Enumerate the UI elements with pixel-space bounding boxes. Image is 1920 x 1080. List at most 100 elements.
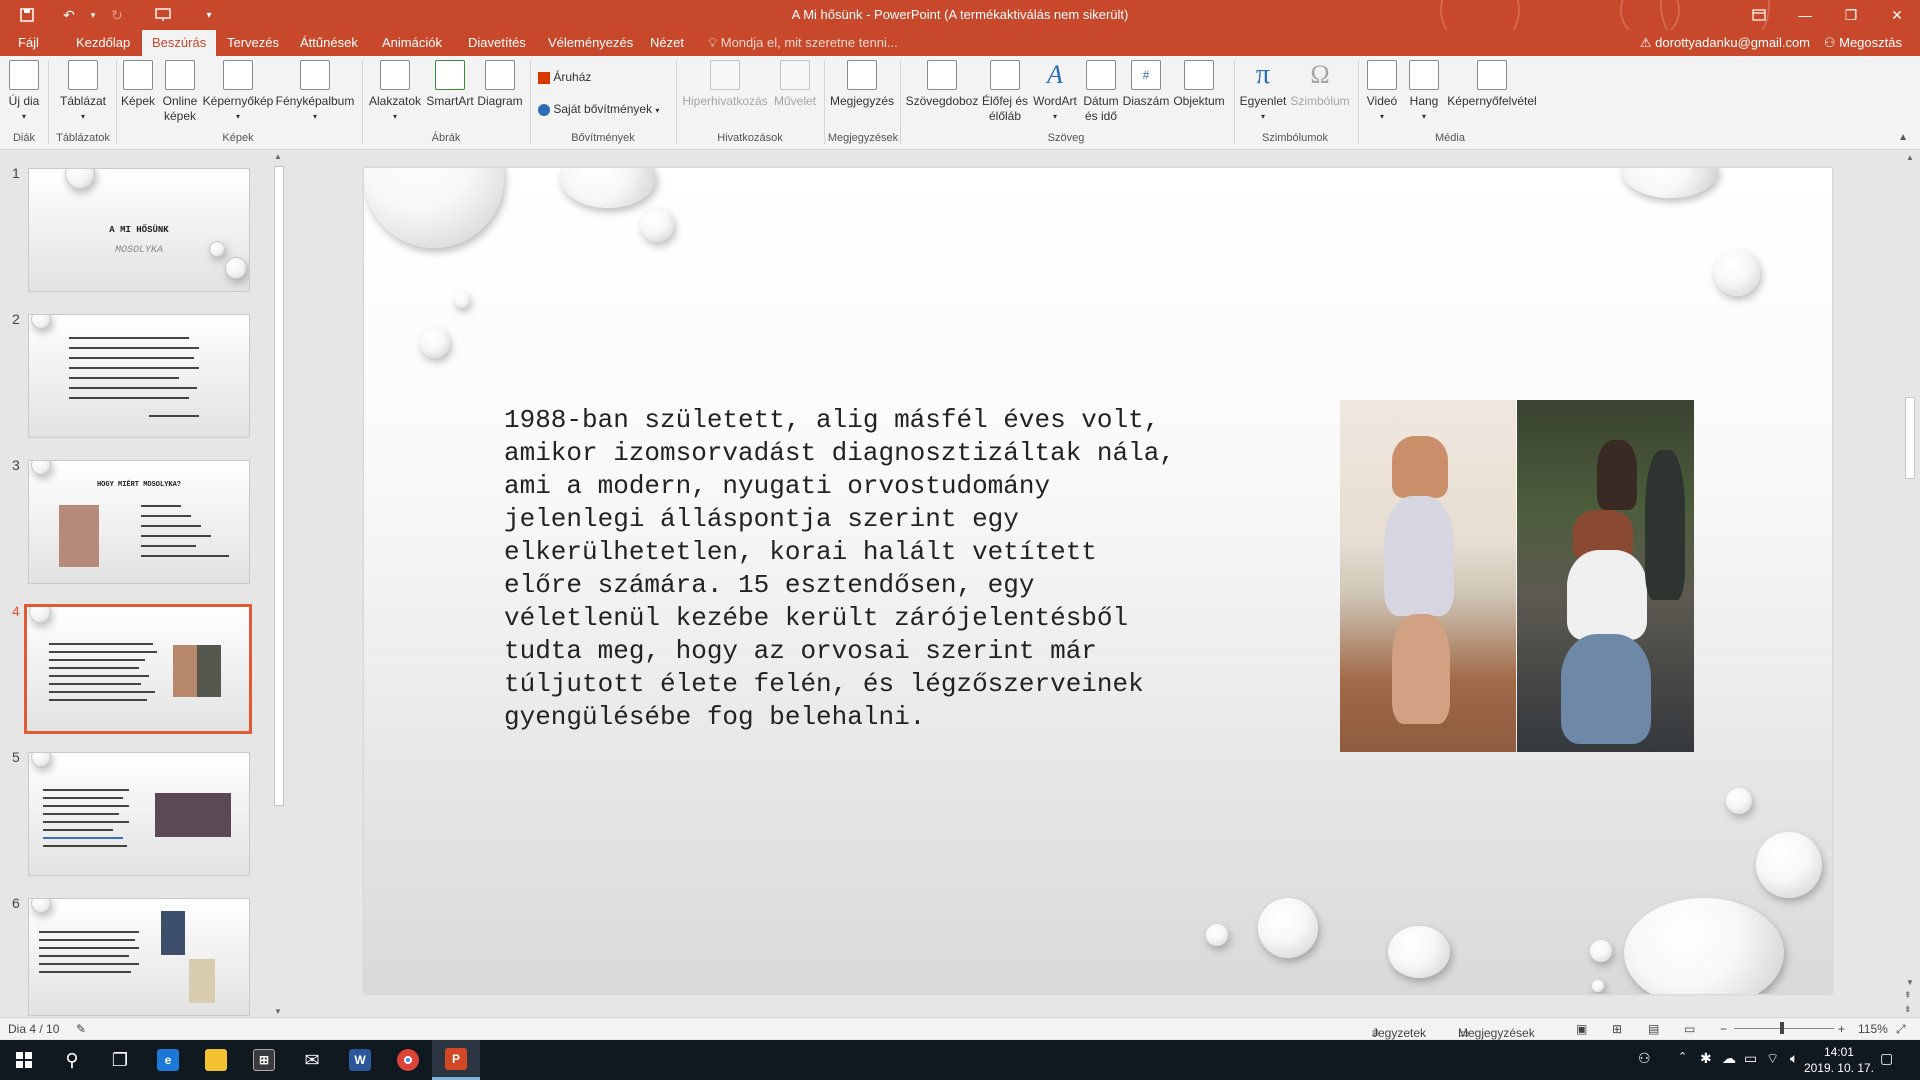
zoom-level[interactable]: 115% (1858, 1022, 1888, 1036)
scroll-thumb[interactable] (1905, 397, 1915, 479)
zoom-in-icon[interactable]: + (1838, 1022, 1845, 1036)
edge-icon[interactable]: e (144, 1040, 192, 1080)
minimize-icon[interactable]: — (1782, 0, 1828, 30)
slide-counter: Dia 4 / 10 (8, 1022, 60, 1036)
slide-number-button[interactable]: # Diaszám (1122, 60, 1170, 109)
tab-animations[interactable]: Animációk (372, 30, 452, 56)
thumbnail-slide-2[interactable] (28, 314, 250, 438)
task-view-icon[interactable]: ❐ (96, 1040, 144, 1080)
explorer-icon[interactable] (192, 1040, 240, 1080)
zoom-out-icon[interactable]: − (1720, 1022, 1727, 1036)
photo-wheelchair[interactable] (1517, 400, 1694, 752)
screenshot-button[interactable]: Képernyőkép ▾ (202, 60, 274, 124)
spellcheck-icon[interactable]: ✎ (76, 1022, 86, 1036)
tab-design[interactable]: Tervezés (217, 30, 289, 56)
people-icon[interactable]: ⚇ (1638, 1050, 1651, 1067)
textbox-button[interactable]: Szövegdoboz (904, 60, 980, 109)
equation-button[interactable]: π Egyenlet ▾ (1238, 60, 1288, 124)
zoom-slider[interactable] (1734, 1028, 1834, 1029)
collapse-ribbon-icon[interactable]: ▲ (1898, 132, 1908, 143)
onedrive-icon[interactable]: ☁ (1722, 1050, 1736, 1067)
start-icon[interactable] (0, 1040, 48, 1080)
previous-slide-icon[interactable]: ⇞ (1904, 990, 1912, 1001)
network-icon[interactable]: ✱ (1700, 1050, 1712, 1067)
thumbnail-slide-5[interactable] (28, 752, 250, 876)
ribbon-tabs: Fájl Kezdőlap Beszúrás Tervezés Áttűnése… (0, 30, 1920, 56)
tab-slideshow[interactable]: Diavetítés (458, 30, 536, 56)
tab-file[interactable]: Fájl (8, 30, 49, 56)
chrome-icon[interactable] (384, 1040, 432, 1080)
tell-me-box[interactable]: 💡︎ Mondja el, mit szeretne tenni... (708, 30, 898, 56)
slideshow-view-icon[interactable]: ▭ (1684, 1022, 1695, 1036)
powerpoint-icon[interactable]: P (432, 1040, 480, 1080)
mail-icon[interactable]: ✉ (288, 1040, 336, 1080)
scroll-up-icon[interactable]: ▲ (274, 152, 282, 161)
group-addins: Bővítmények (571, 132, 635, 144)
tab-review[interactable]: Véleményezés (538, 30, 643, 56)
thumb-number: 4 (12, 603, 20, 619)
clock-date: 2019. 10. 17. (1803, 1061, 1874, 1075)
new-slide-button[interactable]: Új dia ▾ (6, 60, 42, 124)
store-button[interactable]: Áruház (538, 70, 591, 84)
word-icon[interactable]: W (336, 1040, 384, 1080)
wordart-icon: A (1047, 60, 1063, 89)
object-button[interactable]: Objektum (1170, 60, 1228, 109)
online-pictures-button[interactable]: Online képek (158, 60, 202, 124)
next-slide-icon[interactable]: ⇟ (1904, 1004, 1912, 1015)
scroll-up-icon[interactable]: ▲ (1906, 153, 1914, 162)
photo-album-button[interactable]: Fényképalbum ▾ (274, 60, 356, 124)
audio-button[interactable]: Hang ▾ (1404, 60, 1444, 124)
slide-body-text[interactable]: 1988-ban született, alig másfél éves vol… (504, 404, 1224, 734)
hyperlink-button[interactable]: Hiperhivatkozás (680, 60, 770, 109)
battery-icon[interactable]: ▭ (1744, 1050, 1757, 1067)
tab-transitions[interactable]: Áttűnések (290, 30, 368, 56)
tab-home[interactable]: Kezdőlap (66, 30, 140, 56)
pictures-button[interactable]: Képek (120, 60, 156, 109)
smartart-button[interactable]: SmartArt (424, 60, 476, 109)
tab-view[interactable]: Nézet (640, 30, 694, 56)
share-button[interactable]: ⚇ Megosztás (1824, 30, 1902, 56)
water-drop (1624, 898, 1784, 994)
zoom-slider-thumb[interactable] (1780, 1022, 1784, 1034)
show-hidden-icons-icon[interactable]: ⌃ (1678, 1050, 1687, 1063)
my-addins-button[interactable]: Saját bővítmények ▾ (538, 102, 659, 116)
symbol-button[interactable]: Ω Szimbólum (1288, 60, 1352, 109)
search-icon[interactable]: ⚲ (48, 1040, 96, 1080)
fit-slide-icon[interactable]: ⤢ (1896, 1022, 1906, 1037)
header-footer-button[interactable]: Élőfej és élőláb (980, 60, 1030, 124)
wifi-icon[interactable]: ⌔ (1766, 1050, 1779, 1068)
store-icon[interactable]: ⊞ (240, 1040, 288, 1080)
thumbnail-slide-4[interactable] (24, 604, 252, 734)
slide-scrollbar[interactable]: ▲ ▼ ⇞ ⇟ (1900, 151, 1920, 1017)
video-button[interactable]: Videó ▾ (1362, 60, 1402, 124)
notifications-icon[interactable]: ▢ (1880, 1050, 1893, 1067)
restore-icon[interactable]: ❐ (1828, 0, 1874, 30)
scroll-thumb[interactable] (274, 166, 284, 806)
scroll-down-icon[interactable]: ▼ (274, 1007, 282, 1016)
account[interactable]: ⚠ dorottyadanku@gmail.com (1640, 30, 1810, 56)
shapes-button[interactable]: Alakzatok ▾ (366, 60, 424, 124)
wordart-button[interactable]: A WordArt ▾ (1030, 60, 1080, 124)
scroll-down-icon[interactable]: ▼ (1906, 978, 1914, 987)
thumbnail-slide-3[interactable]: HOGY MIÉRT MOSOLYKA? (28, 460, 250, 584)
datetime-button[interactable]: Dátum és idő (1080, 60, 1122, 124)
ribbon-display-icon[interactable] (1736, 0, 1782, 30)
action-button[interactable]: Művelet (770, 60, 820, 109)
comment-button[interactable]: Megjegyzés (828, 60, 896, 109)
volume-icon[interactable]: 🔈︎ (1790, 1050, 1798, 1067)
normal-view-icon[interactable]: ▣ (1576, 1022, 1587, 1036)
clock[interactable]: 14:01 2019. 10. 17. (1804, 1044, 1874, 1076)
tab-insert[interactable]: Beszúrás (142, 30, 217, 56)
slide-sorter-icon[interactable]: ⊞ (1612, 1022, 1622, 1036)
reading-view-icon[interactable]: ▤ (1648, 1022, 1659, 1036)
wordart-label: WordArt (1033, 94, 1077, 108)
thumbnail-slide-6[interactable] (28, 898, 250, 1016)
photo-child[interactable] (1340, 400, 1516, 752)
chart-button[interactable]: Diagram (476, 60, 524, 109)
thumbnails-scrollbar[interactable]: ▲ ▼ (272, 152, 286, 1016)
table-button[interactable]: Táblázat ▾ (56, 60, 110, 124)
thumbnail-slide-1[interactable]: A MI HŐSÜNK MOSOLYKA (28, 168, 250, 292)
screen-recording-button[interactable]: Képernyőfelvétel (1446, 60, 1538, 109)
slide-canvas[interactable]: 1988-ban született, alig másfél éves vol… (364, 168, 1832, 994)
close-icon[interactable]: ✕ (1874, 0, 1920, 30)
